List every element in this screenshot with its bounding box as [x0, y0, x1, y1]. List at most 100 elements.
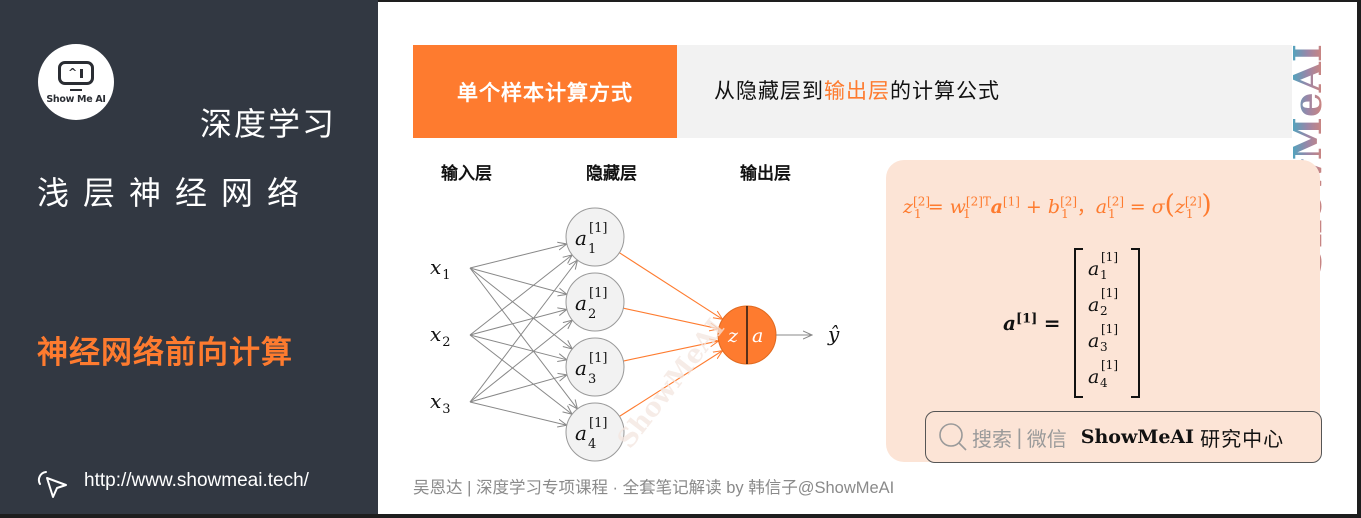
vector-lhs: a[1] =	[1003, 311, 1060, 335]
hidden-node-label: a	[575, 291, 587, 315]
formula-sub: 1	[1185, 206, 1194, 221]
header-desc-text: 的计算公式	[890, 79, 1000, 103]
course-title: 深度学习	[199, 105, 336, 143]
vector-entry-base: a	[1088, 294, 1100, 316]
input-hidden-edge	[469, 267, 577, 409]
vector-entry-sup: [1]	[1101, 358, 1118, 372]
vector-entry-base: a	[1088, 258, 1100, 280]
output-node-a: a	[752, 325, 763, 347]
input-node-subscript: 1	[442, 268, 450, 283]
formula-sub: 1	[962, 206, 971, 221]
header-desc-text: 从隐藏层到	[714, 79, 824, 103]
hidden-node-subscript: 1	[588, 242, 596, 257]
search-channel: 微信	[1026, 426, 1067, 451]
formula-sup: [1]	[1002, 194, 1020, 209]
header-tag: 单个样本计算方式	[413, 45, 677, 138]
input-node-label: x3	[430, 389, 451, 417]
vector-entry: a [1] 3	[1088, 322, 1118, 354]
matrix-right-bracket	[1131, 248, 1140, 398]
formula-sub: 1	[1108, 206, 1116, 221]
formula-symbol: a	[1095, 196, 1108, 218]
input-node-label: x2	[430, 322, 451, 350]
vector-entry-sup: [1]	[1101, 286, 1118, 300]
vector-entry-sup: [1]	[1101, 250, 1118, 264]
formula-operator: ，	[1076, 196, 1096, 218]
left-panel: ^ Show Me AI 深度学习 浅层神经网络 神经网络前向计算 http:/…	[0, 0, 378, 518]
input-node-label: x1	[430, 255, 451, 283]
hidden-node-label: a	[575, 356, 587, 380]
hidden-node-subscript: 2	[588, 307, 596, 322]
hidden-node-superscript: [1]	[589, 221, 607, 236]
frame-border-right	[1357, 0, 1361, 518]
matrix-left-bracket	[1074, 248, 1083, 398]
cursor-click-icon	[37, 471, 67, 498]
hidden-node-label: a	[575, 421, 587, 445]
chapter-title: 浅层神经网络	[37, 174, 314, 212]
wechat-search-box: 搜索 | 微信 ShowMeAI 研究中心	[925, 411, 1322, 463]
vector-symbol: a	[1003, 311, 1016, 335]
robot-stand-icon	[70, 89, 82, 91]
input-hidden-edge	[469, 401, 567, 425]
frame-border-top	[378, 0, 1361, 2]
output-node-z: z	[727, 325, 739, 347]
prediction-label: ŷ	[827, 322, 840, 346]
hidden-node-superscript: [1]	[589, 286, 607, 301]
header-description: 从隐藏层到输出层的计算公式	[714, 75, 1000, 105]
formula-operator: (	[1164, 190, 1175, 220]
topic-title: 神经网络前向计算	[37, 335, 293, 371]
vector-entry-base: a	[1088, 330, 1100, 352]
hidden-node-subscript: 4	[588, 437, 596, 452]
input-hidden-edge	[469, 375, 567, 403]
vector-entry-sub: 4	[1100, 376, 1108, 390]
input-node-subscript: 2	[442, 335, 450, 350]
vector-sup: [1]	[1015, 311, 1038, 327]
input-hidden-edge	[469, 267, 567, 294]
formula-sub: 1	[1061, 206, 1069, 221]
formula-operator: +	[1019, 196, 1048, 218]
vector-entry-sup: [1]	[1101, 322, 1118, 336]
vector-entry-sub: 3	[1100, 340, 1108, 354]
hidden-output-edge	[619, 252, 722, 320]
formula-symbol: a	[990, 196, 1003, 218]
robot-eye-icon: ^	[68, 66, 78, 79]
formula-symbol: z	[903, 196, 914, 218]
header-desc-highlight: 输出层	[824, 79, 890, 103]
vector-entry: a [1] 2	[1088, 286, 1118, 318]
hidden-node-label: a	[575, 226, 587, 250]
hidden-node-superscript: [1]	[589, 416, 607, 431]
vector-entry: a [1] 1	[1088, 250, 1118, 282]
input-hidden-edge	[469, 334, 572, 414]
output-formula: z[2]1 = w[2]T1 a[1] + b[2]1 ，a[2]1 = σ(z[2…	[903, 190, 1212, 221]
input-hidden-edge	[469, 267, 572, 349]
formula-operator: =	[921, 196, 950, 218]
vector-equals: =	[1043, 311, 1061, 335]
search-brand: ShowMeAI	[1080, 426, 1195, 448]
search-label: 搜索	[972, 426, 1012, 451]
neural-network-diagram: x1x2x3 a [1]1a [1]2a [1]3a [1]4 zaŷ ShowMeAI	[430, 207, 840, 462]
footer-credit: 吴恩达 | 深度学习专项课程 · 全套笔记解读 by 韩信子@ShowMeAI	[413, 479, 895, 497]
input-node-subscript: 3	[442, 402, 450, 417]
formula-operator: =	[1123, 196, 1152, 218]
showmeai-logo: ^ Show Me AI	[38, 44, 114, 120]
formula-operator: )	[1201, 190, 1212, 220]
vector-entry-sub: 2	[1100, 304, 1108, 318]
search-separator: |	[1016, 425, 1023, 449]
input-hidden-edge	[469, 244, 567, 269]
formula-symbol: z	[1174, 196, 1185, 218]
search-icon	[939, 423, 967, 451]
formula-sub: 1	[914, 206, 922, 221]
search-brand-cn: 研究中心	[1200, 426, 1285, 451]
hidden-node-subscript: 3	[588, 372, 596, 387]
site-url-link[interactable]: http://www.showmeai.tech/	[84, 470, 309, 492]
formula-symbol: b	[1047, 196, 1061, 218]
frame-border-bottom	[0, 514, 1361, 518]
diagram-watermark: ShowMeAI	[612, 314, 731, 455]
robot-screen-icon: ^	[58, 61, 94, 85]
robot-eye-icon	[80, 69, 83, 78]
vector-entry-base: a	[1088, 366, 1100, 388]
vector-entry: a [1] 4	[1088, 358, 1118, 390]
input-hidden-edge	[469, 255, 572, 336]
hidden-node-superscript: [1]	[589, 351, 607, 366]
logo-text: Show Me AI	[46, 94, 106, 105]
input-hidden-edge	[469, 320, 572, 403]
